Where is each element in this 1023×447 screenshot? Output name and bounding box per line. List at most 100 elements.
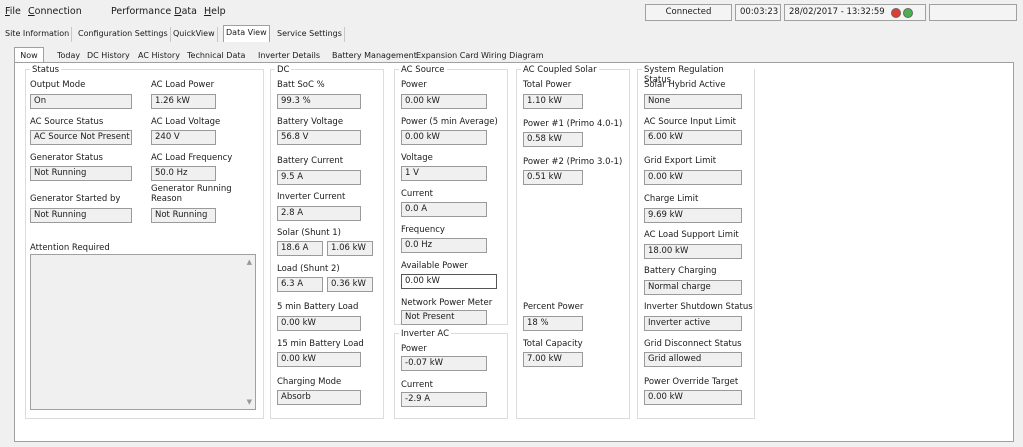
datetime-display: 28/02/2017 - 13:32:59 <box>784 4 926 21</box>
solar-shunt1-label: Solar (Shunt 1) <box>277 228 341 238</box>
battery-voltage-label: Battery Voltage <box>277 117 344 127</box>
charge-limit-field: 9.69 kW <box>644 208 742 223</box>
inverter-ac-power-field: -0.07 kW <box>401 356 487 371</box>
tab-site-information[interactable]: Site Information <box>3 27 73 42</box>
ac-load-power-label: AC Load Power <box>151 80 215 90</box>
total-power-field: 1.10 kW <box>523 94 583 109</box>
dc-panel-title: DC <box>275 65 292 75</box>
ac-source-power-5min-label: Power (5 min Average) <box>401 117 498 127</box>
generator-started-by-field: Not Running <box>30 208 132 223</box>
solar-hybrid-active-label: Solar Hybrid Active <box>644 80 726 90</box>
available-power-field: 0.00 kW <box>401 274 497 289</box>
red-status-icon <box>891 8 901 18</box>
inverter-ac-current-label: Current <box>401 380 433 390</box>
ac-load-support-limit-field: 18.00 kW <box>644 244 742 259</box>
menu-bar: File Connection Performance Data Help Co… <box>0 0 1023 24</box>
tab-expansion-card-wiring[interactable]: Expansion Card Wiring Diagram <box>414 49 546 63</box>
ac-source-current-label: Current <box>401 189 433 199</box>
inverter-ac-current-field: -2.9 A <box>401 392 487 407</box>
inverter-current-label: Inverter Current <box>277 192 346 202</box>
ac-source-power-field: 0.00 kW <box>401 94 487 109</box>
scroll-up-icon[interactable]: ▲ <box>247 258 252 266</box>
ac-source-current-field: 0.0 A <box>401 202 487 217</box>
menu-file[interactable]: File <box>5 6 21 17</box>
battery-voltage-field: 56.8 V <box>277 130 361 145</box>
charging-mode-field: Absorb <box>277 390 361 405</box>
ac-load-support-limit-label: AC Load Support Limit <box>644 230 739 240</box>
tab-data-view[interactable]: Data View <box>223 25 270 42</box>
inverter-shutdown-status-field: Inverter active <box>644 316 742 331</box>
tab-technical-data[interactable]: Technical Data <box>185 49 247 63</box>
tab-dc-history[interactable]: DC History <box>85 49 132 63</box>
status-panel-title: Status <box>30 65 62 75</box>
ac-source-voltage-field: 1 V <box>401 166 487 181</box>
generator-status-label: Generator Status <box>30 153 103 163</box>
inverter-ac-panel: Inverter AC Power -0.07 kW Current -2.9 … <box>394 329 508 419</box>
power2-field: 0.51 kW <box>523 170 583 185</box>
ac-source-input-limit-label: AC Source Input Limit <box>644 117 736 127</box>
generator-running-reason-label-2: Reason <box>151 194 182 204</box>
ac-source-frequency-field: 0.0 Hz <box>401 238 487 253</box>
power1-field: 0.58 kW <box>523 132 583 147</box>
tab-battery-management[interactable]: Battery Management <box>330 49 419 63</box>
generator-status-field: Not Running <box>30 166 132 181</box>
menu-help[interactable]: Help <box>204 6 226 17</box>
total-capacity-field: 7.00 kW <box>523 352 583 367</box>
network-power-meter-label: Network Power Meter <box>401 298 493 308</box>
grid-export-limit-field: 0.00 kW <box>644 170 742 185</box>
battery-load-5min-field: 0.00 kW <box>277 316 361 331</box>
batt-soc-label: Batt SoC % <box>277 80 325 90</box>
power2-label: Power #2 (Primo 3.0-1) <box>523 157 623 167</box>
ac-source-voltage-label: Voltage <box>401 153 433 163</box>
menu-performance-data[interactable]: Performance Data <box>111 6 197 17</box>
batt-soc-field: 99.3 % <box>277 94 361 109</box>
battery-load-5min-label: 5 min Battery Load <box>277 302 359 312</box>
percent-power-label: Percent Power <box>523 302 584 312</box>
tab-ac-history[interactable]: AC History <box>136 49 182 63</box>
ac-load-power-field: 1.26 kW <box>151 94 216 109</box>
dc-panel: DC Batt SoC % 99.3 % Battery Voltage 56.… <box>270 65 384 419</box>
elapsed-time: 00:03:23 <box>735 4 781 21</box>
generator-running-reason-label-1: Generator Running <box>151 184 232 194</box>
ac-coupled-solar-title: AC Coupled Solar <box>521 65 599 75</box>
tab-configuration-settings[interactable]: Configuration Settings <box>76 27 171 42</box>
inverter-current-field: 2.8 A <box>277 206 361 221</box>
load-shunt2-current-field: 6.3 A <box>277 277 323 292</box>
ac-source-status-field: AC Source Not Present <box>30 130 132 145</box>
total-power-label: Total Power <box>523 80 572 90</box>
inverter-ac-power-label: Power <box>401 344 427 354</box>
generator-running-reason-field: Not Running <box>151 208 216 223</box>
power-override-target-field: 0.00 kW <box>644 390 742 405</box>
inverter-ac-panel-title: Inverter AC <box>399 329 452 339</box>
connection-status: Connected <box>645 4 732 21</box>
battery-current-label: Battery Current <box>277 156 344 166</box>
solar-shunt1-power-field: 1.06 kW <box>327 241 373 256</box>
ac-source-power-5min-field: 0.00 kW <box>401 130 487 145</box>
ac-coupled-solar-panel: AC Coupled Solar Total Power 1.10 kW Pow… <box>516 65 630 419</box>
attention-required-label: Attention Required <box>30 243 110 253</box>
total-capacity-label: Total Capacity <box>523 339 583 349</box>
solar-hybrid-active-field: None <box>644 94 742 109</box>
network-power-meter-field: Not Present <box>401 310 487 325</box>
ac-source-panel: AC Source Power 0.00 kW Power (5 min Ave… <box>394 65 508 325</box>
ac-load-frequency-label: AC Load Frequency <box>151 153 233 163</box>
status-panel: Status Output Mode On AC Load Power 1.26… <box>25 65 264 419</box>
ac-source-power-label: Power <box>401 80 427 90</box>
power-override-target-label: Power Override Target <box>644 377 739 387</box>
now-tab-content: Status Output Mode On AC Load Power 1.26… <box>14 62 1014 442</box>
ac-load-voltage-field: 240 V <box>151 130 216 145</box>
tab-service-settings[interactable]: Service Settings <box>275 27 345 42</box>
tab-inverter-details[interactable]: Inverter Details <box>256 49 322 63</box>
output-mode-label: Output Mode <box>30 80 86 90</box>
ac-source-panel-title: AC Source <box>399 65 447 75</box>
battery-charging-label: Battery Charging <box>644 266 717 276</box>
tab-quickview[interactable]: QuickView <box>171 27 218 42</box>
menu-connection[interactable]: Connection <box>28 6 82 17</box>
scroll-down-icon[interactable]: ▼ <box>247 398 252 406</box>
ac-load-voltage-label: AC Load Voltage <box>151 117 221 127</box>
grid-disconnect-status-field: Grid allowed <box>644 352 742 367</box>
tab-today[interactable]: Today <box>55 49 82 63</box>
grid-export-limit-label: Grid Export Limit <box>644 156 717 166</box>
ac-source-frequency-label: Frequency <box>401 225 445 235</box>
attention-required-textarea[interactable]: ▲ ▼ <box>30 254 256 410</box>
